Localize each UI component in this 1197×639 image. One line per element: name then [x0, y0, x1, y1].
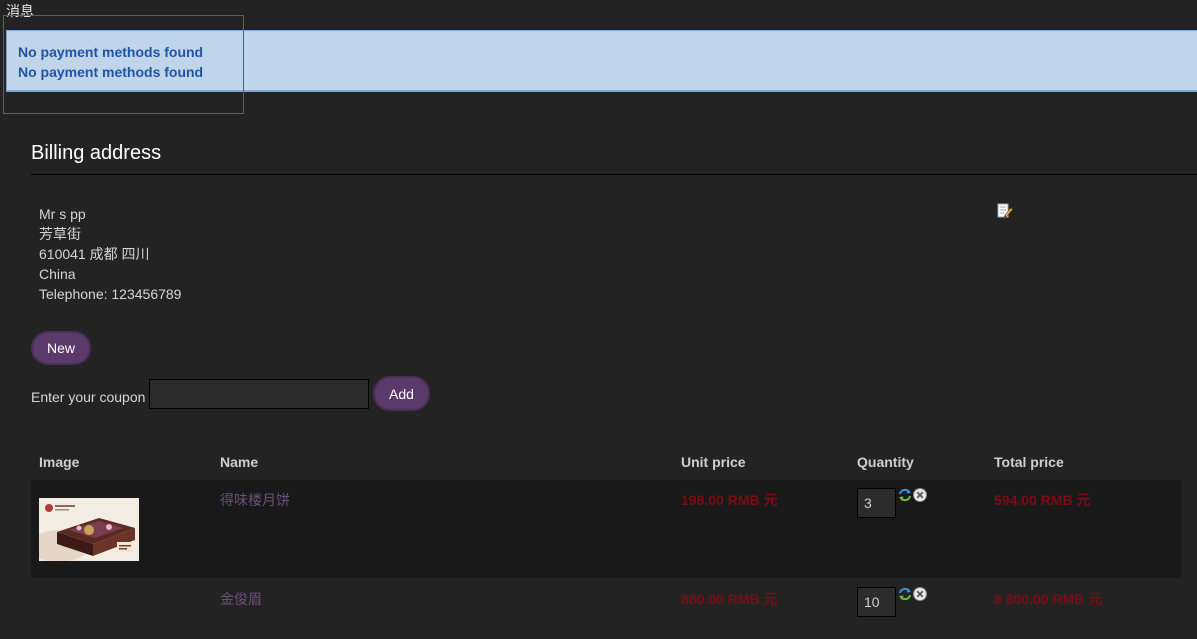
message-line: No payment methods found: [18, 44, 204, 60]
unit-price: 198.00 RMB 元: [681, 492, 778, 508]
unit-price: 880.00 RMB 元: [681, 591, 778, 607]
add-coupon-button[interactable]: Add: [373, 376, 430, 411]
quantity-input[interactable]: [857, 587, 896, 617]
column-header-name: Name: [220, 454, 259, 470]
total-price: 594.00 RMB 元: [994, 492, 1091, 508]
edit-pencil-icon[interactable]: [997, 203, 1013, 219]
address-line: Mr s pp: [39, 206, 86, 222]
new-address-button[interactable]: New: [31, 331, 91, 365]
column-header-unit-price: Unit price: [681, 454, 746, 470]
address-line: 610041 成都 四川: [39, 246, 150, 262]
column-header-total-price: Total price: [994, 454, 1064, 470]
remove-icon[interactable]: [913, 488, 927, 502]
refresh-icon[interactable]: [898, 587, 912, 601]
quantity-input[interactable]: [857, 488, 896, 518]
messages-title: 消息: [6, 3, 34, 19]
address-line: 芳草街: [39, 226, 81, 242]
column-header-image: Image: [39, 454, 80, 470]
message-line: No payment methods found: [18, 64, 204, 80]
billing-address: Mr s pp 芳草街 610041 成都 四川 China Telephone…: [39, 204, 181, 304]
product-name-link[interactable]: 金俊眉: [220, 589, 262, 609]
messages-box: No payment methods found No payment meth…: [6, 30, 1197, 92]
coupon-label: Enter your coupon: [31, 389, 146, 405]
section-divider: [31, 174, 1197, 175]
product-name-link[interactable]: 得味楼月饼: [220, 490, 290, 510]
coupon-input[interactable]: [149, 379, 369, 409]
column-header-quantity: Quantity: [857, 454, 914, 470]
remove-icon[interactable]: [913, 587, 927, 601]
refresh-icon[interactable]: [898, 488, 912, 502]
product-image[interactable]: [39, 498, 139, 561]
billing-title: Billing address: [31, 142, 162, 164]
total-price: 8 800.00 RMB 元: [994, 591, 1103, 607]
address-line: China: [39, 266, 76, 282]
address-line: Telephone: 123456789: [39, 286, 182, 302]
